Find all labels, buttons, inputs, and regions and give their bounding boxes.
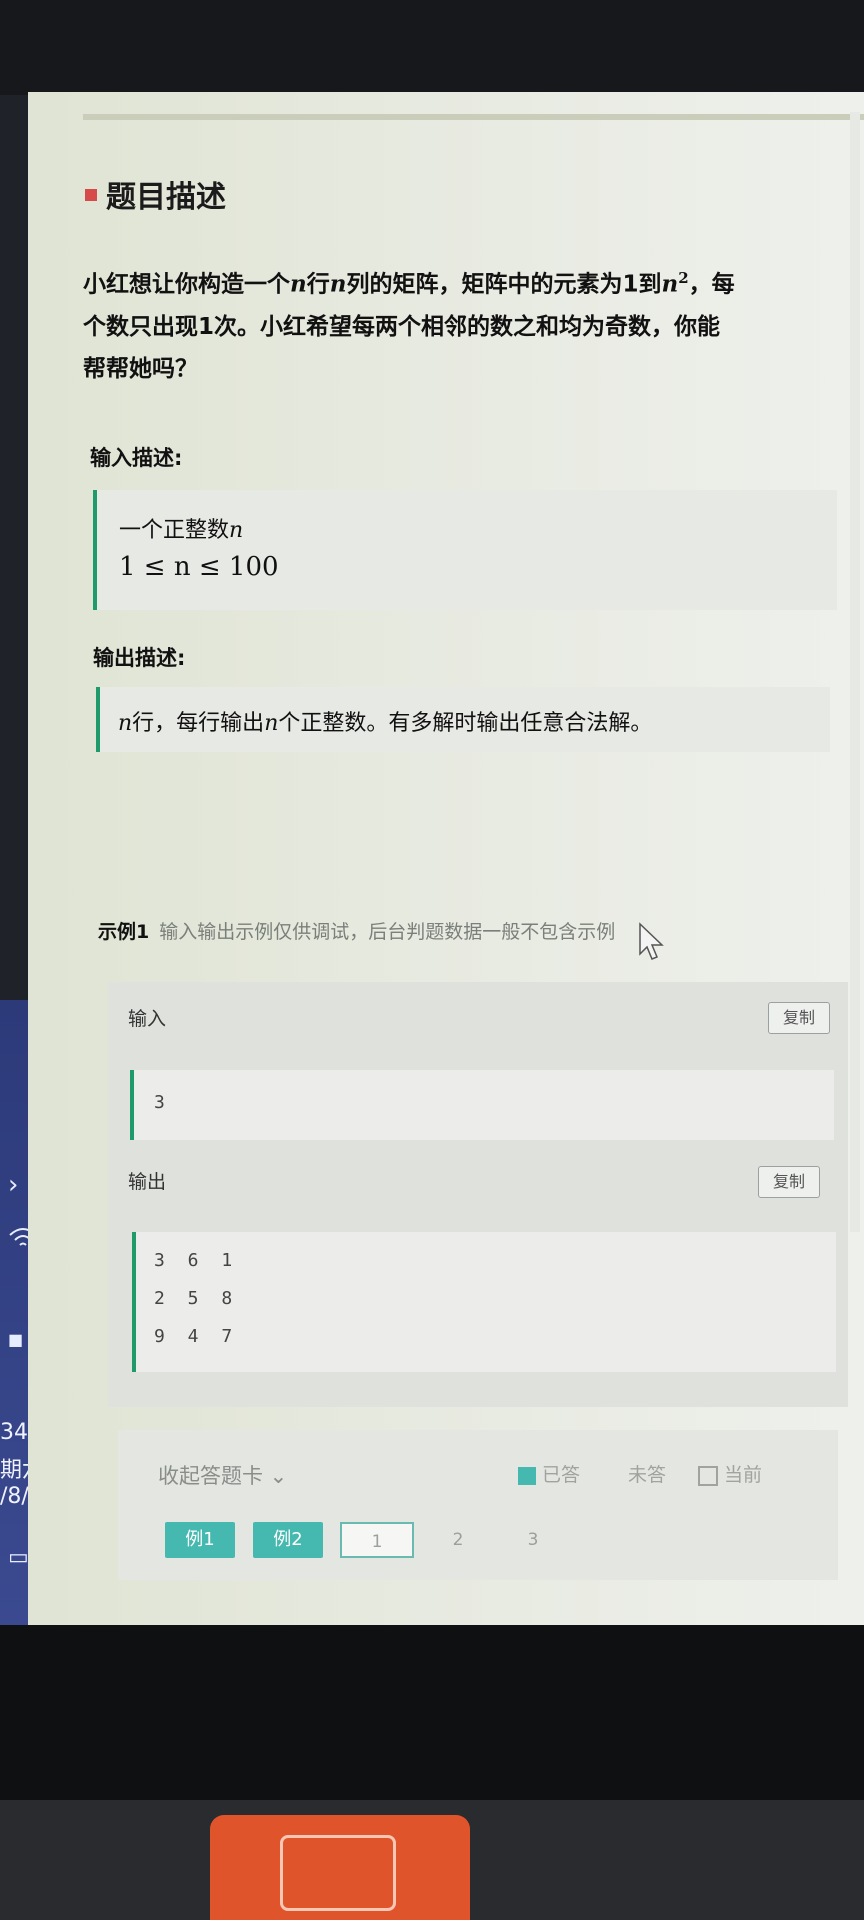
section-title: 题目描述 xyxy=(106,180,226,215)
notification-icon[interactable]: ■ xyxy=(8,1330,23,1349)
output-desc-text: n行，每行输出n个正整数。有多解时输出任意合法解。 xyxy=(118,705,652,737)
current-swatch-icon xyxy=(698,1465,718,1486)
output-desc-part1: 行，每行输出 xyxy=(132,711,265,736)
question-1[interactable]: 1 xyxy=(340,1522,414,1558)
input-desc-text: 一个正整数 xyxy=(119,518,230,543)
desc-text-4: ，每 xyxy=(688,271,735,298)
desc-line-3: 帮帮她吗？ xyxy=(83,355,198,382)
legend-current: 当前 xyxy=(698,1460,762,1487)
problem-description: 小红想让你构造一个n行n列的矩阵，矩阵中的元素为1到n2，每 个数只出现1次。小… xyxy=(83,257,853,390)
mouse-cursor-icon xyxy=(639,922,664,960)
var-n: n xyxy=(229,518,244,543)
sample-output-content: 3 6 1 2 5 8 9 4 7 xyxy=(132,1232,836,1372)
example-tag-2[interactable]: 例2 xyxy=(253,1522,323,1558)
question-3[interactable]: 3 xyxy=(508,1522,558,1558)
example-title: 示例1 xyxy=(98,921,150,943)
input-desc-block: 一个正整数n 1 ≤ n ≤ 100 xyxy=(93,490,837,610)
answer-card-panel: 收起答题卡 ⌄ 已答 未答 当前 例1 例2 1 2 3 xyxy=(118,1430,838,1580)
input-desc-label: 输入描述: xyxy=(90,446,183,470)
desc-text-1: 小红想让你构造一个 xyxy=(83,271,290,298)
title-marker-icon xyxy=(85,189,97,201)
answered-swatch-icon xyxy=(518,1466,536,1485)
sample-input-label: 输入 xyxy=(128,1008,167,1030)
legend-current-label: 当前 xyxy=(724,1464,763,1486)
legend-unanswered-label: 未答 xyxy=(628,1464,667,1486)
legend-unanswered: 未答 xyxy=(628,1460,666,1487)
output-desc-block: n行，每行输出n个正整数。有多解时输出任意合法解。 xyxy=(96,687,830,752)
action-center-icon[interactable]: ▭ xyxy=(8,1545,29,1570)
orange-cup xyxy=(210,1815,470,1920)
sample-input-content: 3 xyxy=(130,1070,834,1140)
legend-answered-label: 已答 xyxy=(542,1464,581,1486)
exponent: 2 xyxy=(678,269,689,287)
legend-answered: 已答 xyxy=(518,1460,580,1487)
desc-line-2: 个数只出现1次。小红希望每两个相邻的数之和均为奇数，你能 xyxy=(83,313,721,340)
desc-text-2: 行 xyxy=(306,271,330,298)
sample-output-lines: 3 6 1 2 5 8 9 4 7 xyxy=(154,1242,238,1356)
monitor-bezel-top xyxy=(0,0,864,95)
desc-text-3: 列的矩阵，矩阵中的元素为1到 xyxy=(346,271,662,298)
output-line: 9 4 7 xyxy=(154,1326,239,1347)
var-n: n xyxy=(661,270,679,298)
copy-output-button[interactable]: 复制 xyxy=(758,1166,820,1198)
var-n: n xyxy=(264,711,279,736)
cup-print xyxy=(280,1835,396,1911)
question-2[interactable]: 2 xyxy=(433,1522,483,1558)
output-desc-label: 输出描述: xyxy=(93,646,186,670)
var-n: n xyxy=(329,270,347,298)
example-tag-1[interactable]: 例1 xyxy=(165,1522,235,1558)
input-constraint: 1 ≤ n ≤ 100 xyxy=(119,552,279,582)
output-desc-part2: 个正整数。有多解时输出任意合法解。 xyxy=(278,711,653,736)
var-n: n xyxy=(118,711,133,736)
browser-content: 题目描述 小红想让你构造一个n行n列的矩阵，矩阵中的元素为1到n2，每 个数只出… xyxy=(28,92,864,1625)
sample-output-label: 输出 xyxy=(128,1171,167,1193)
var-n: n xyxy=(290,270,307,298)
chevron-right-icon[interactable]: › xyxy=(8,1170,18,1200)
copy-input-button[interactable]: 复制 xyxy=(768,1002,830,1034)
example-note: 输入输出示例仅供调试，后台判题数据一般不包含示例 xyxy=(159,921,616,943)
output-line: 3 6 1 xyxy=(154,1250,239,1271)
input-desc-line1: 一个正整数n xyxy=(119,512,243,544)
sample-input-value: 3 xyxy=(154,1092,165,1113)
collapse-answer-card-button[interactable]: 收起答题卡 ⌄ xyxy=(158,1460,287,1490)
top-divider xyxy=(83,114,864,120)
example-header: 示例1 输入输出示例仅供调试，后台判题数据一般不包含示例 xyxy=(98,917,615,944)
clock-time: 34 xyxy=(0,1420,28,1445)
sample-io-box: 输入 复制 3 输出 复制 3 6 1 2 5 8 9 4 7 xyxy=(108,982,848,1407)
scrollbar[interactable] xyxy=(850,112,860,1232)
output-line: 2 5 8 xyxy=(154,1288,239,1309)
